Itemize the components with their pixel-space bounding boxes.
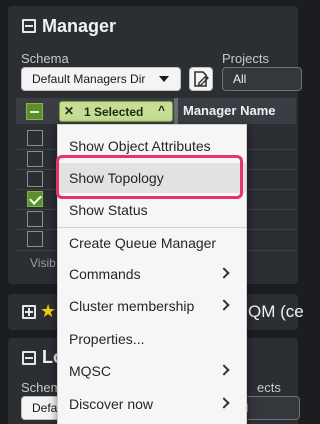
row-checkbox-checked[interactable] (27, 191, 43, 207)
menu-item-properties[interactable]: Properties... (58, 324, 246, 354)
visible-count-text: Visib (30, 256, 56, 270)
menu-item-cluster-membership[interactable]: Cluster membership (58, 291, 246, 321)
menu-item-label: Properties... (69, 331, 145, 347)
menu-item-mqsc[interactable]: MQSC (58, 356, 246, 386)
row-checkbox[interactable] (27, 130, 43, 146)
collapse-icon[interactable] (22, 19, 36, 33)
edit-document-icon (194, 71, 209, 87)
column-header-manager-name[interactable]: Manager Name (183, 103, 275, 118)
menu-item-label: Cluster membership (69, 298, 195, 314)
qm-panel-title: QM (ce (248, 302, 304, 321)
chevron-right-icon (218, 299, 230, 311)
menu-item-commands[interactable]: Commands (58, 259, 246, 289)
collapse-icon[interactable] (22, 351, 36, 365)
select-all-checkbox[interactable] (26, 103, 43, 120)
expand-icon[interactable] (22, 305, 36, 319)
projects-label: ects (257, 380, 281, 395)
menu-item-label: Show Object Attributes (69, 138, 211, 154)
row-checkbox[interactable] (27, 231, 43, 247)
star-icon: ★ (40, 301, 57, 321)
projects-select-value: All (233, 72, 247, 86)
menu-item-label: Commands (69, 266, 141, 282)
panel-title: Manager (42, 16, 117, 36)
menu-item-label: Create Queue Manager (69, 235, 217, 251)
schema-select-value: Default Managers Dir (32, 72, 146, 86)
menu-item-label: Show Status (69, 202, 148, 218)
chevron-right-icon (218, 267, 230, 279)
menu-item-discover-now[interactable]: Discover now (58, 389, 246, 419)
menu-item-label: MQSC (69, 363, 111, 379)
chevron-right-icon (218, 397, 230, 409)
chevron-down-icon (159, 76, 169, 82)
schema-label: Schema (21, 51, 69, 66)
close-icon[interactable]: ✕ (64, 104, 74, 118)
highlight-outline (56, 155, 243, 199)
edit-schema-button[interactable] (189, 67, 213, 91)
projects-label: Projects (222, 51, 269, 66)
chevron-right-icon (218, 364, 230, 376)
menu-item-label: Discover now (69, 396, 154, 412)
row-checkbox[interactable] (27, 171, 43, 187)
projects-select[interactable]: All (222, 67, 302, 91)
selected-count: 1 Selected (84, 105, 144, 119)
column-divider[interactable] (174, 98, 178, 124)
chevron-up-icon[interactable]: ^ (158, 103, 165, 117)
row-checkbox[interactable] (27, 151, 43, 167)
menu-item-create-queue-manager[interactable]: Create Queue Manager (58, 228, 246, 258)
menu-item-show-status[interactable]: Show Status (58, 195, 246, 225)
schema-select[interactable]: Default Managers Dir (21, 67, 181, 91)
row-checkbox[interactable] (27, 211, 43, 227)
selected-chip[interactable]: ✕ 1 Selected ^ (59, 101, 173, 122)
schema-select-value: Defa (32, 401, 58, 415)
